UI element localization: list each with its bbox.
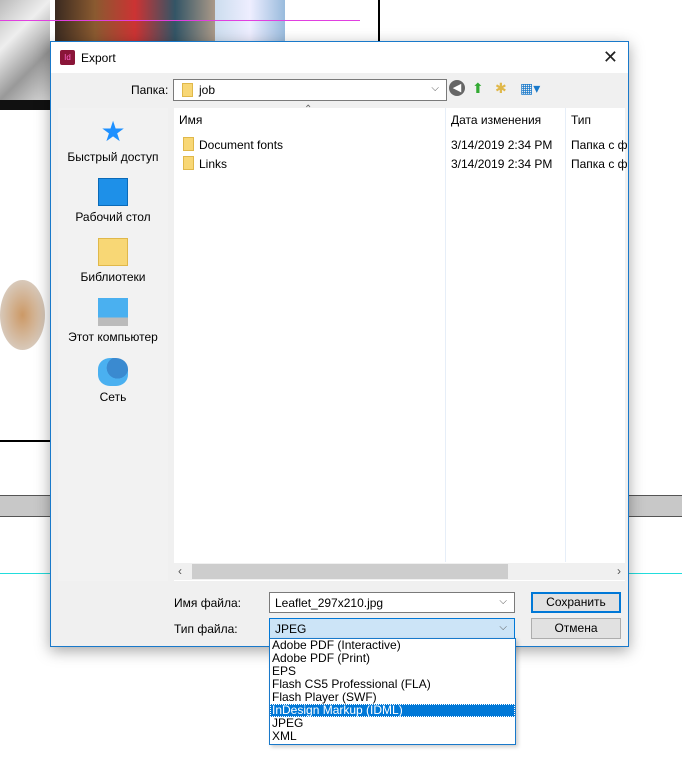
back-icon[interactable]: ◀ <box>449 80 465 96</box>
list-item[interactable]: Document fonts 3/14/2019 2:34 PM Папка с… <box>174 135 628 154</box>
sidebar-item-label: Быстрый доступ <box>67 150 159 164</box>
chevron-down-icon: ⌵ <box>431 83 439 94</box>
sidebar-item-this-pc[interactable]: Этот компьютер <box>58 298 168 344</box>
scroll-right-icon[interactable]: › <box>617 564 621 578</box>
folder-icon <box>182 83 193 97</box>
file-date: 3/14/2019 2:34 PM <box>451 157 553 171</box>
filetype-value: JPEG <box>275 622 307 636</box>
filetype-option-selected[interactable]: InDesign Markup (IDML) <box>270 704 515 717</box>
folder-icon <box>183 156 194 170</box>
star-icon: ★ <box>100 116 126 147</box>
column-divider <box>445 108 446 562</box>
filename-label: Имя файла: <box>174 596 241 610</box>
background-bar <box>0 440 50 442</box>
network-icon <box>98 358 128 386</box>
chevron-down-icon: ⌵ <box>499 622 507 633</box>
sidebar-item-label: Сеть <box>99 390 127 404</box>
sidebar-item-libraries[interactable]: Библиотеки <box>58 238 168 284</box>
scrollbar-thumb[interactable] <box>192 564 508 579</box>
sidebar-item-label: Этот компьютер <box>68 330 158 344</box>
list-item[interactable]: Links 3/14/2019 2:34 PM Папка с ф <box>174 154 628 173</box>
file-name: Links <box>199 157 228 171</box>
background-image <box>0 0 50 100</box>
desktop-icon <box>98 178 128 206</box>
filetype-option[interactable]: Adobe PDF (Print) <box>270 652 515 665</box>
new-folder-icon[interactable]: ✱ <box>495 80 507 97</box>
dialog-title: Export <box>81 50 116 65</box>
background-bar <box>0 100 50 110</box>
folder-value: job <box>199 83 216 97</box>
background-image <box>215 0 285 42</box>
guide-line <box>0 20 360 21</box>
library-icon <box>98 238 128 266</box>
file-type: Папка с ф <box>571 157 628 171</box>
sidebar-item-desktop[interactable]: Рабочий стол <box>58 178 168 224</box>
navigation-pane: ★ Быстрый доступ Рабочий стол Библиотеки… <box>58 108 168 581</box>
file-date: 3/14/2019 2:34 PM <box>451 138 553 152</box>
file-list: ⌃ Имя Дата изменения Тип Document fonts … <box>174 104 628 581</box>
background-image <box>0 280 45 350</box>
folder-icon <box>183 137 194 151</box>
column-header-type[interactable]: Тип <box>571 113 591 127</box>
sidebar-item-network[interactable]: Сеть <box>58 358 168 404</box>
title-bar: Id Export ✕ <box>51 42 628 73</box>
file-name: Document fonts <box>199 138 284 152</box>
filetype-select[interactable]: JPEG ⌵ <box>269 618 515 639</box>
computer-icon <box>98 298 128 326</box>
horizontal-scrollbar[interactable]: ‹ › <box>174 563 625 580</box>
file-type: Папка с ф <box>571 138 628 152</box>
filename-input[interactable]: Leaflet_297x210.jpg ⌵ <box>269 592 515 613</box>
background-image <box>55 0 215 42</box>
filetype-option[interactable]: JPEG <box>270 717 515 730</box>
save-button[interactable]: Сохранить <box>531 592 621 613</box>
page-edge <box>378 0 380 42</box>
export-dialog: Id Export ✕ Папка: job ⌵ ◀ ⬆ ✱ ▦▾ ★ Быст… <box>50 41 629 647</box>
sort-arrow-icon: ⌃ <box>304 104 313 115</box>
filetype-dropdown-list: Adobe PDF (Interactive) Adobe PDF (Print… <box>269 638 516 745</box>
cancel-button[interactable]: Отмена <box>531 618 621 639</box>
folder-label: Папка: <box>131 83 169 97</box>
column-header-name[interactable]: Имя <box>179 113 202 127</box>
up-folder-icon[interactable]: ⬆ <box>472 80 484 97</box>
view-menu-icon[interactable]: ▦▾ <box>520 80 540 97</box>
filename-value: Leaflet_297x210.jpg <box>275 596 384 610</box>
column-divider <box>565 108 566 562</box>
column-header-date[interactable]: Дата изменения <box>451 113 541 127</box>
filetype-label: Тип файла: <box>174 622 238 636</box>
close-button[interactable]: ✕ <box>603 47 618 68</box>
indesign-app-icon: Id <box>60 50 75 65</box>
filetype-option[interactable]: XML <box>270 730 515 743</box>
folder-select[interactable]: job ⌵ <box>173 79 447 101</box>
sidebar-item-quick-access[interactable]: ★ Быстрый доступ <box>58 116 168 165</box>
chevron-down-icon[interactable]: ⌵ <box>499 596 507 607</box>
sidebar-item-label: Рабочий стол <box>75 210 151 224</box>
sidebar-item-label: Библиотеки <box>80 270 146 284</box>
scroll-left-icon[interactable]: ‹ <box>178 564 182 578</box>
